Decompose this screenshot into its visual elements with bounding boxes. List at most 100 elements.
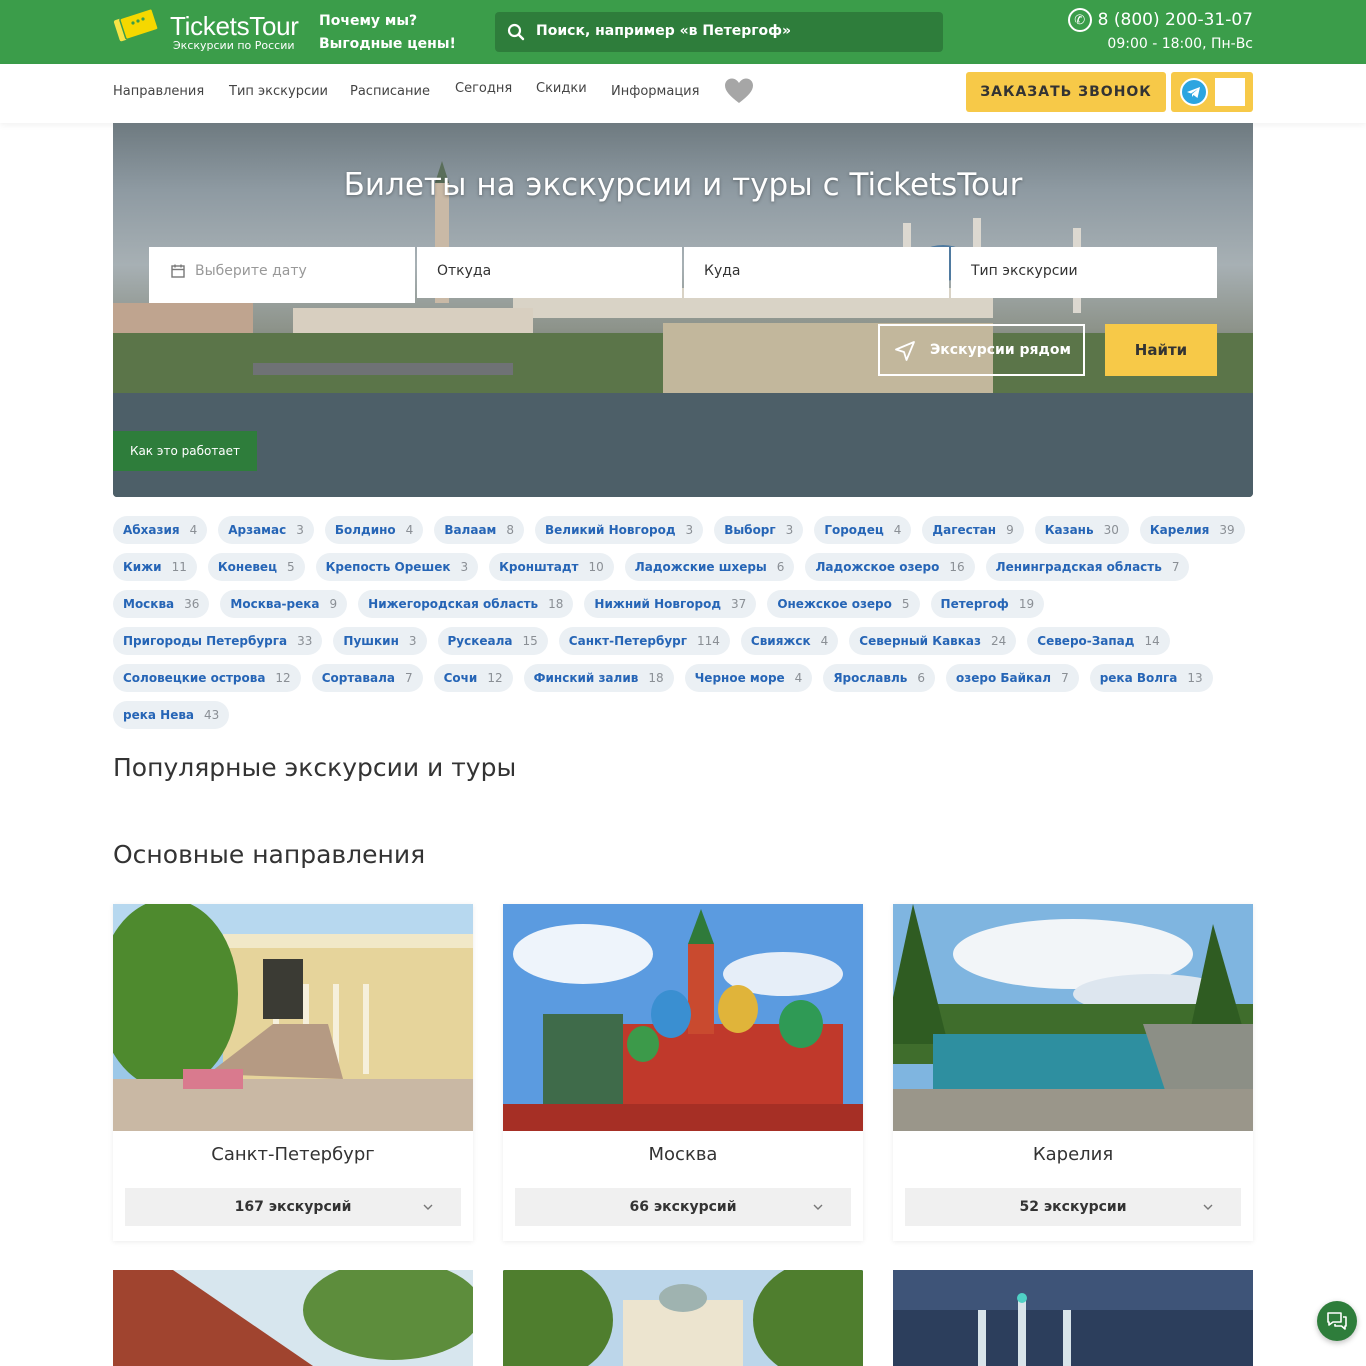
- tag-count: 7: [404, 671, 413, 685]
- tag-count: 3: [408, 634, 417, 648]
- destination-tag[interactable]: Кижи 11: [113, 553, 197, 581]
- destination-tag[interactable]: Крепость Орешек 3: [315, 553, 479, 581]
- heart-icon[interactable]: [724, 77, 754, 105]
- tag-count: 4: [893, 523, 902, 537]
- destination-tag[interactable]: озеро Байкал 7: [946, 664, 1079, 692]
- destination-tag[interactable]: Северо-Запад 14: [1027, 627, 1170, 655]
- destination-tag[interactable]: Петергоф 19: [930, 590, 1045, 618]
- destination-card-partial[interactable]: [893, 1270, 1253, 1366]
- tag-name: Сочи: [443, 671, 478, 685]
- destination-tag[interactable]: Казань 30: [1034, 516, 1129, 544]
- destination-tag[interactable]: Онежское озеро 5: [767, 590, 920, 618]
- destination-card[interactable]: Карелия 52 экскурсии: [893, 904, 1253, 1241]
- tag-count: 15: [522, 634, 538, 648]
- destination-tag[interactable]: Болдино 4: [324, 516, 424, 544]
- how-it-works-button[interactable]: Как это работает: [113, 431, 257, 471]
- destination-tag[interactable]: Нижний Новгород 37: [584, 590, 757, 618]
- tag-count: 11: [171, 560, 187, 574]
- nav-item-destinations[interactable]: Направления: [113, 84, 204, 99]
- destination-tag[interactable]: Кронштадт 10: [489, 553, 614, 581]
- destination-tag[interactable]: Выборг 3: [714, 516, 804, 544]
- logo[interactable]: TicketsTour Экскурсии по России: [113, 5, 299, 57]
- tag-count: 4: [405, 523, 414, 537]
- destination-tag[interactable]: Ладожские шхеры 6: [624, 553, 795, 581]
- search-input[interactable]: Поиск, например «в Петергоф»: [495, 12, 943, 52]
- tag-name: река Нева: [123, 708, 195, 722]
- destination-tag[interactable]: Соловецкие острова 12: [113, 664, 301, 692]
- destination-tag[interactable]: Ленинградская область 7: [985, 553, 1190, 581]
- tag-name: Петергоф: [940, 597, 1009, 611]
- destination-tag[interactable]: Свияжск 4: [740, 627, 839, 655]
- tag-count: 14: [1144, 634, 1160, 648]
- tag-count: 33: [297, 634, 313, 648]
- card-count-button[interactable]: 66 экскурсий: [515, 1188, 851, 1226]
- nav-item-discounts[interactable]: Скидки: [536, 81, 587, 96]
- date-picker[interactable]: Выберите дату: [149, 247, 415, 303]
- destination-tag[interactable]: Пригороды Петербурга 33: [113, 627, 323, 655]
- destination-tag[interactable]: Финский залив 18: [523, 664, 674, 692]
- nearby-tours-button[interactable]: Экскурсии рядом: [878, 324, 1085, 376]
- find-button[interactable]: Найти: [1105, 324, 1217, 376]
- tag-count: 4: [794, 671, 803, 685]
- destination-tag[interactable]: Ладожское озеро 16: [805, 553, 975, 581]
- destination-tag[interactable]: Абхазия 4: [113, 516, 208, 544]
- destination-tag[interactable]: Санкт-Петербург 114: [558, 627, 730, 655]
- destination-card-partial[interactable]: [503, 1270, 863, 1366]
- destination-tag[interactable]: Нижегородская область 18: [358, 590, 574, 618]
- to-select[interactable]: Куда: [684, 247, 949, 298]
- nav-item-info[interactable]: Информация: [611, 84, 699, 99]
- tag-count: 10: [588, 560, 604, 574]
- destination-tag[interactable]: Москва 36: [113, 590, 210, 618]
- kremlin-wall-photo: [113, 1270, 473, 1366]
- destination-tag[interactable]: Коневец 5: [207, 553, 305, 581]
- destination-card[interactable]: Санкт-Петербург 167 экскурсий: [113, 904, 473, 1241]
- destination-tag[interactable]: Рускеала 15: [437, 627, 548, 655]
- phone-number[interactable]: 8 (800) 200-31-07: [1098, 10, 1253, 30]
- tag-count: 36: [184, 597, 200, 611]
- tag-count: 4: [820, 634, 829, 648]
- destination-tag[interactable]: Сортавала 7: [311, 664, 423, 692]
- from-select[interactable]: Откуда: [417, 247, 682, 298]
- why-us-link[interactable]: Почему мы? Выгодные цены!: [319, 10, 456, 56]
- chevron-down-icon: [813, 1204, 823, 1210]
- tag-count: 18: [548, 597, 564, 611]
- tag-count: 6: [776, 560, 785, 574]
- main-nav: Направления Тип экскурсии Расписание Сег…: [0, 64, 1366, 123]
- whatsapp-icon[interactable]: [1215, 78, 1245, 106]
- destination-tag[interactable]: Валаам 8: [434, 516, 524, 544]
- destination-tag[interactable]: Москва-река 9: [220, 590, 348, 618]
- tag-name: Нижний Новгород: [594, 597, 722, 611]
- nav-item-today[interactable]: Сегодня: [455, 81, 512, 96]
- destination-tag[interactable]: Городец 4: [814, 516, 912, 544]
- tag-count: 39: [1219, 523, 1235, 537]
- telegram-icon[interactable]: [1180, 78, 1208, 106]
- order-call-button[interactable]: ЗАКАЗАТЬ ЗВОНОК: [966, 72, 1166, 112]
- logo-title: TicketsTour: [170, 11, 299, 41]
- chat-button[interactable]: [1317, 1301, 1357, 1341]
- nav-item-tour-type[interactable]: Тип экскурсии: [229, 84, 328, 99]
- destination-tag[interactable]: Дагестан 9: [922, 516, 1024, 544]
- destination-tag[interactable]: Черное море 4: [684, 664, 813, 692]
- card-count-button[interactable]: 167 экскурсий: [125, 1188, 461, 1226]
- destination-tag[interactable]: Ярославль 6: [823, 664, 935, 692]
- destination-tag[interactable]: Арзамас 3: [218, 516, 314, 544]
- tag-count: 12: [275, 671, 291, 685]
- destination-tag[interactable]: Великий Новгород 3: [535, 516, 704, 544]
- tag-name: Крепость Орешек: [325, 560, 451, 574]
- prices-label: Выгодные цены!: [319, 36, 456, 52]
- destination-tag[interactable]: река Волга 13: [1089, 664, 1213, 692]
- nav-item-schedule[interactable]: Расписание: [350, 84, 430, 99]
- destination-card[interactable]: Москва 66 экскурсий: [503, 904, 863, 1241]
- tag-name: Ладожские шхеры: [634, 560, 767, 574]
- tour-type-select[interactable]: Тип экскурсии: [951, 247, 1217, 298]
- destination-tag[interactable]: Северный Кавказ 24: [849, 627, 1017, 655]
- destination-tag[interactable]: Карелия 39: [1139, 516, 1245, 544]
- destination-card-partial[interactable]: [113, 1270, 473, 1366]
- destination-tag[interactable]: река Нева 43: [113, 701, 230, 729]
- card-count-button[interactable]: 52 экскурсии: [905, 1188, 1241, 1226]
- tag-name: Онежское озеро: [777, 597, 892, 611]
- destination-tag[interactable]: Пушкин 3: [333, 627, 427, 655]
- date-placeholder: Выберите дату: [195, 263, 307, 279]
- destination-tag[interactable]: Сочи 12: [433, 664, 513, 692]
- working-hours: 09:00 - 18:00, Пн-Вс: [1107, 36, 1253, 52]
